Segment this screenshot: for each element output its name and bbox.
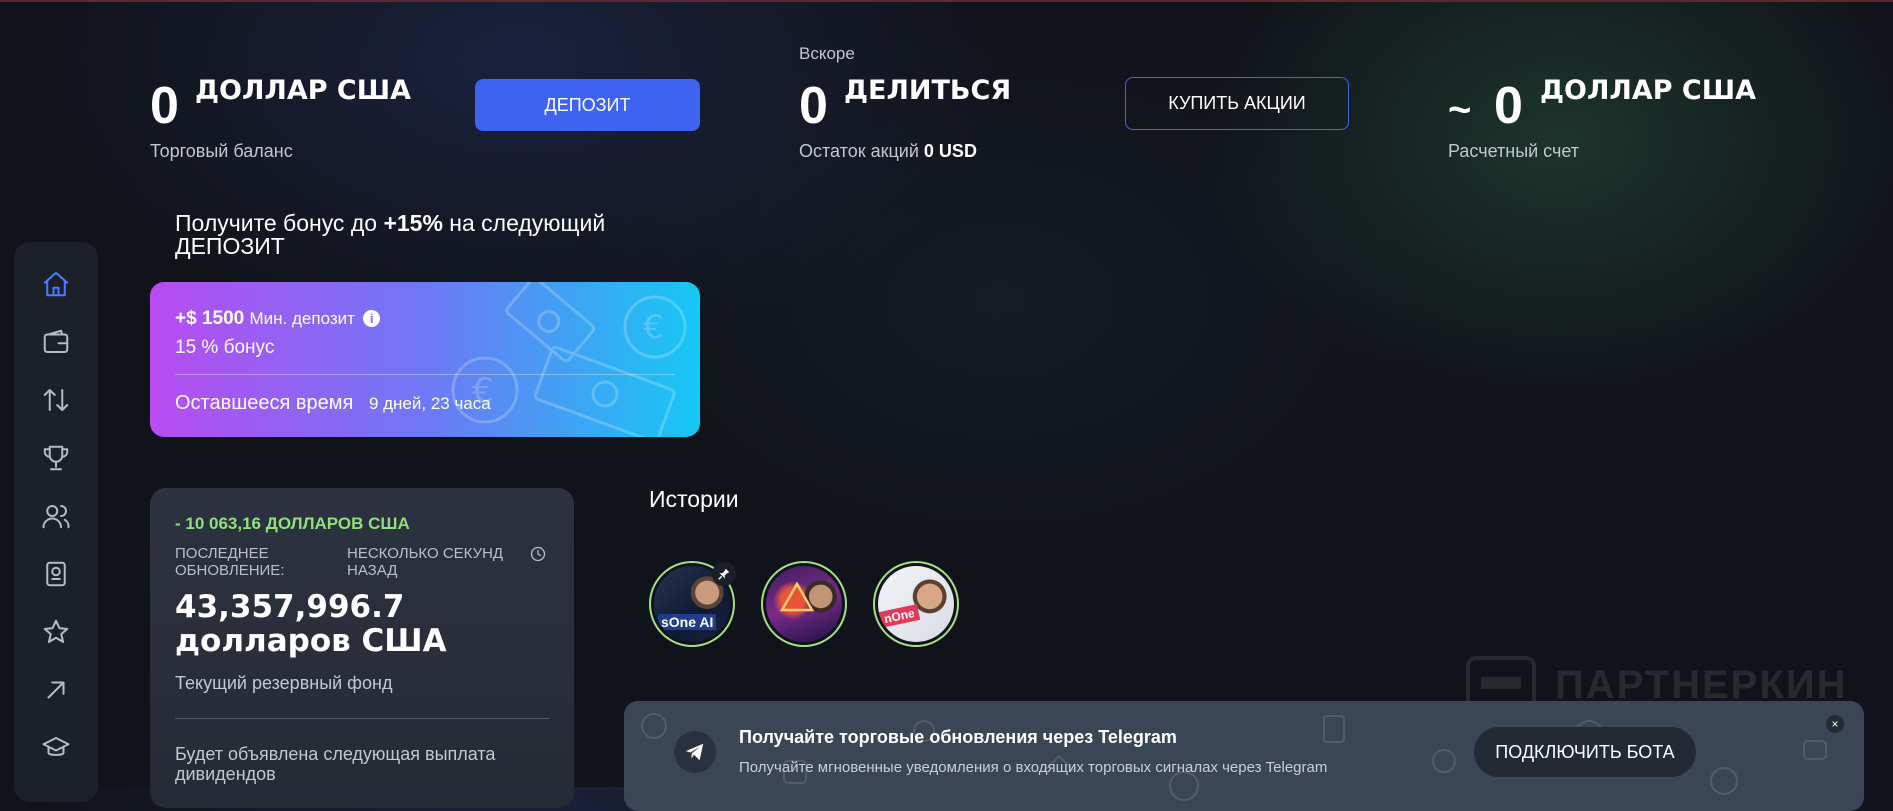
trading-balance-value: 0: [150, 77, 179, 135]
reserve-delta: - 10 063,16 ДОЛЛАРОВ США: [175, 514, 410, 533]
telegram-banner: Получайте торговые обновления через Tele…: [624, 701, 1864, 811]
deposit-button[interactable]: ДЕПОЗИТ: [475, 79, 700, 131]
settlement-tilde: ~: [1448, 88, 1472, 132]
reserve-updated-label: ПОСЛЕДНЕЕ ОБНОВЛЕНИЕ:: [175, 545, 285, 579]
story-item[interactable]: nOne: [873, 561, 959, 647]
svg-text:€: €: [643, 308, 663, 346]
shares-remaining-value: 0 USD: [923, 141, 977, 161]
shares-remaining-prefix: Остаток акций: [799, 141, 919, 161]
story-caption: nOne: [878, 604, 920, 628]
story-thumbnail: [766, 566, 842, 642]
trophy-icon[interactable]: [40, 442, 72, 474]
reserve-divider: [175, 718, 549, 719]
pin-icon: [712, 562, 736, 586]
users-icon[interactable]: [40, 500, 72, 532]
wallet-icon[interactable]: [40, 326, 72, 358]
bonus-title-percent: +15%: [383, 210, 443, 236]
stories-title: Истории: [649, 486, 739, 512]
bonus-divider: [175, 374, 675, 375]
bonus-percent: 15 % бонус: [175, 337, 275, 358]
story-thumbnail: nOne: [878, 566, 954, 642]
bonus-title: Получите бонус до +15% на следующий ДЕПО…: [175, 212, 635, 258]
reserve-updated-value: НЕСКОЛЬКО СЕКУНД НАЗАД: [347, 545, 504, 579]
home-icon[interactable]: [40, 268, 72, 300]
sidebar: [14, 242, 98, 802]
id-badge-icon[interactable]: [40, 558, 72, 590]
telegram-title: Получайте торговые обновления через Tele…: [739, 727, 1177, 747]
triangle-logo-icon: [780, 582, 814, 612]
clock-icon: [530, 546, 546, 562]
shares-value: 0: [799, 77, 828, 135]
close-icon[interactable]: ×: [1826, 715, 1844, 733]
info-icon[interactable]: i: [363, 310, 381, 327]
story-item[interactable]: [761, 561, 847, 647]
shares-remaining-label: Остаток акций 0 USD: [799, 141, 977, 162]
settlement-label: Расчетный счет: [1448, 141, 1580, 161]
bonus-time-label: Оставшееся время: [175, 392, 354, 414]
story-caption: sOne AI: [658, 614, 717, 630]
reserve-amount-label: Текущий резервный фонд: [175, 673, 393, 693]
telegram-icon: [674, 731, 716, 773]
trading-balance-unit: ДОЛЛАР США: [195, 75, 411, 106]
bonus-min-label: Мин. депозит: [249, 309, 355, 328]
settlement-unit: ДОЛЛАР США: [1540, 75, 1756, 106]
shares-unit: ДЕЛИТЬСЯ: [844, 75, 1012, 106]
telegram-subtitle: Получайте мгновенные уведомления о входя…: [739, 759, 1328, 776]
bonus-min-deposit-row: +$ 1500 Мин. депозит i: [175, 308, 381, 330]
star-icon[interactable]: [40, 616, 72, 648]
bonus-card[interactable]: € € +$ 1500 Мин. депозит i 15 % бонус Ос…: [150, 282, 700, 437]
transfer-icon[interactable]: [40, 384, 72, 416]
buy-shares-button[interactable]: КУПИТЬ АКЦИИ: [1125, 77, 1349, 130]
reserve-amount: 43,357,996.7 долларов США: [175, 589, 447, 659]
bonus-time-value: 9 дней, 23 часа: [368, 394, 491, 413]
top-border-line: [0, 0, 1893, 2]
arrow-up-right-icon[interactable]: [40, 674, 72, 706]
next-dividend-text: Будет объявлена следующая выплата дивиде…: [175, 744, 496, 784]
reserve-fund-card: - 10 063,16 ДОЛЛАРОВ США ПОСЛЕДНЕЕ ОБНОВ…: [150, 488, 574, 808]
graduation-cap-icon[interactable]: [40, 732, 72, 764]
shares-soon-label: Вскоре: [799, 44, 855, 63]
connect-bot-button[interactable]: ПОДКЛЮЧИТЬ БОТА: [1474, 727, 1696, 777]
bonus-time-row: Оставшееся время 9 дней, 23 часа: [175, 392, 491, 415]
bonus-amount: +$ 1500: [175, 308, 245, 329]
trading-balance-label: Торговый баланс: [150, 141, 293, 161]
settlement-value: 0: [1494, 77, 1523, 135]
